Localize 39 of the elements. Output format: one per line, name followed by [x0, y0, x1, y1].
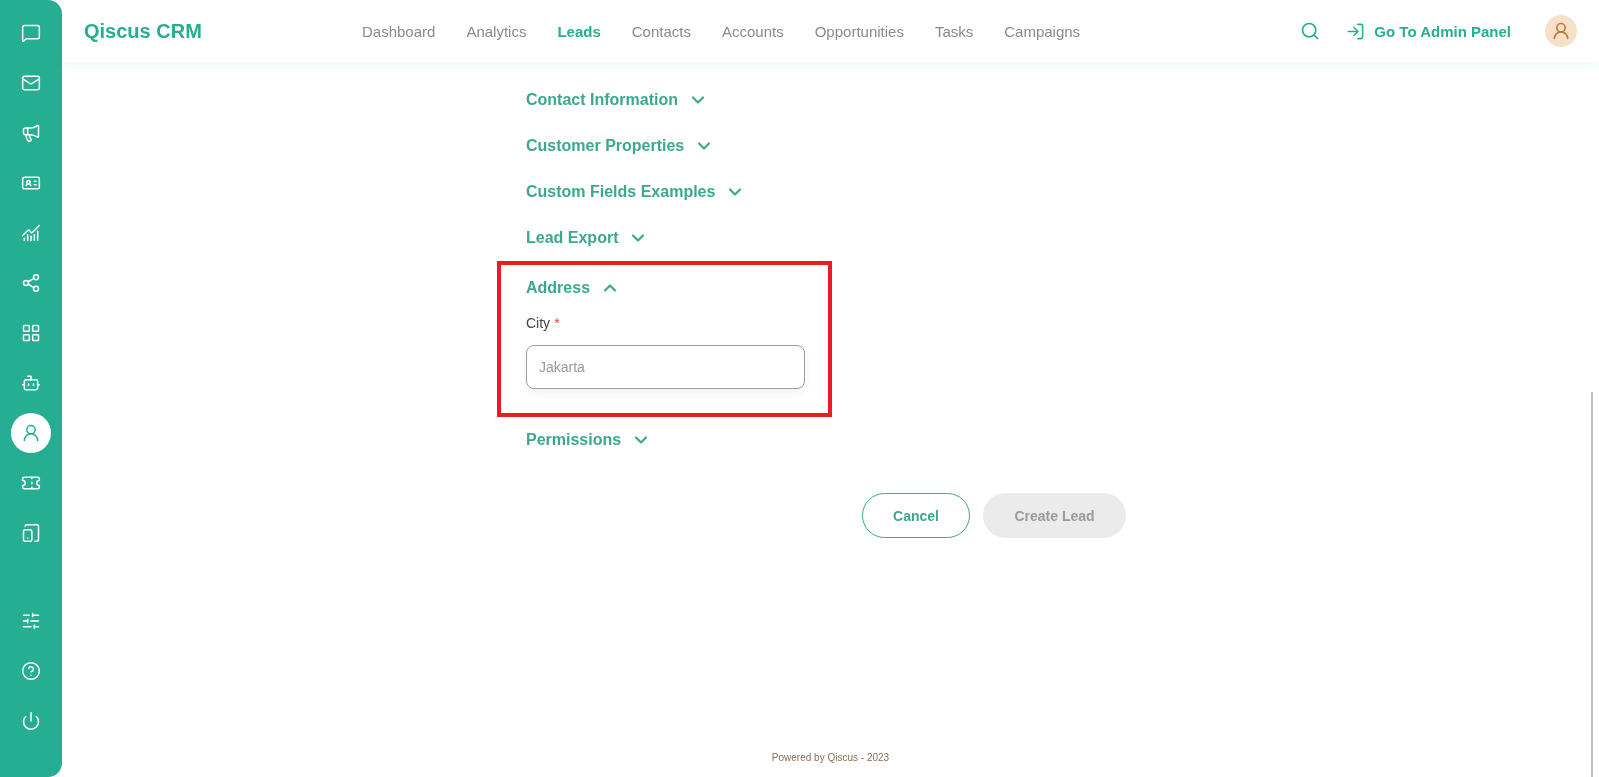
nav-link[interactable]: Leads [557, 22, 601, 40]
section-header[interactable]: Lead Export [526, 215, 649, 261]
cancel-button[interactable]: Cancel [862, 493, 970, 538]
section-header[interactable]: Customer Properties [526, 123, 715, 169]
envelope-icon [21, 73, 41, 93]
power-icon [21, 711, 41, 731]
section-header[interactable]: Permissions [526, 417, 652, 463]
megaphone-icon [21, 123, 41, 143]
footer-text: Powered by Qiscus - 2023 [771, 752, 890, 763]
chat-bubble-icon [21, 23, 41, 43]
section-header[interactable]: Address [526, 265, 621, 311]
search-icon[interactable] [1300, 21, 1321, 41]
nav-link[interactable]: Campaigns [1004, 22, 1081, 40]
nav-link[interactable]: Contacts [631, 22, 691, 40]
person-icon [21, 423, 41, 443]
sidebar-button[interactable] [11, 413, 51, 453]
city-input[interactable]: Jakarta [526, 345, 805, 389]
section-header[interactable]: Contact Information [526, 77, 708, 123]
id-card-icon [21, 173, 41, 193]
grid-icon [21, 323, 41, 343]
nav-link[interactable]: Dashboard [362, 22, 436, 40]
nav-link[interactable]: Tasks [934, 22, 974, 40]
nav-link[interactable]: Accounts [722, 22, 784, 40]
share-icon [21, 273, 41, 293]
ticket-icon [21, 473, 41, 493]
avatar[interactable] [1545, 15, 1577, 47]
bar-chart-icon [21, 223, 41, 243]
admin-panel-link[interactable]: Go To Admin Panel [1346, 21, 1511, 41]
required-mark: * [554, 315, 560, 331]
settings-icon [21, 611, 41, 631]
section-header[interactable]: Custom Fields Examples [526, 169, 746, 215]
app-logo: Qiscus CRM [84, 19, 203, 43]
field-label: City * [526, 315, 561, 331]
tablet-icon [21, 523, 41, 543]
nav-link[interactable]: Analytics [466, 22, 527, 40]
robot-icon [21, 373, 41, 393]
nav-link[interactable]: Opportunities [814, 22, 904, 40]
help-icon [21, 661, 41, 681]
sign-in-icon [1346, 21, 1366, 41]
